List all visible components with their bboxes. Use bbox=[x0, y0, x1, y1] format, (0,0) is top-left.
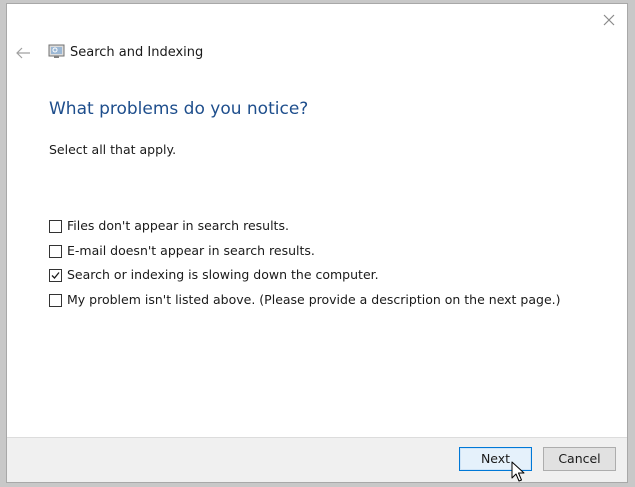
search-indexing-icon bbox=[48, 44, 65, 59]
back-arrow-icon bbox=[16, 47, 30, 59]
troubleshooter-window: Search and Indexing What problems do you… bbox=[6, 3, 628, 483]
option-label: Search or indexing is slowing down the c… bbox=[67, 267, 379, 282]
window-title: Search and Indexing bbox=[70, 45, 204, 60]
next-button[interactable]: Next bbox=[459, 447, 532, 471]
option-email-not-in-results[interactable]: E-mail doesn't appear in search results. bbox=[49, 242, 561, 267]
option-problem-not-listed[interactable]: My problem isn't listed above. (Please p… bbox=[49, 291, 561, 316]
checkmark-icon bbox=[51, 272, 60, 279]
option-label: My problem isn't listed above. (Please p… bbox=[67, 291, 561, 307]
page-heading: What problems do you notice? bbox=[49, 99, 309, 119]
checkbox-email-not-in-results[interactable] bbox=[49, 244, 62, 258]
checkbox-indexing-slow[interactable] bbox=[49, 269, 62, 282]
close-icon bbox=[603, 14, 615, 26]
instruction-text: Select all that apply. bbox=[49, 142, 177, 157]
checkbox-files-not-in-results[interactable] bbox=[49, 220, 62, 233]
option-indexing-slow[interactable]: Search or indexing is slowing down the c… bbox=[49, 266, 561, 291]
option-label: E-mail doesn't appear in search results. bbox=[67, 242, 315, 258]
button-footer: Next Cancel bbox=[7, 437, 627, 482]
option-label: Files don't appear in search results. bbox=[67, 218, 289, 233]
back-button[interactable] bbox=[14, 45, 32, 59]
cancel-button[interactable]: Cancel bbox=[543, 447, 616, 471]
problem-options-list: Files don't appear in search results. E-… bbox=[49, 217, 561, 315]
close-button[interactable] bbox=[601, 12, 617, 28]
checkbox-problem-not-listed[interactable] bbox=[49, 293, 62, 307]
option-files-not-in-results[interactable]: Files don't appear in search results. bbox=[49, 217, 561, 242]
